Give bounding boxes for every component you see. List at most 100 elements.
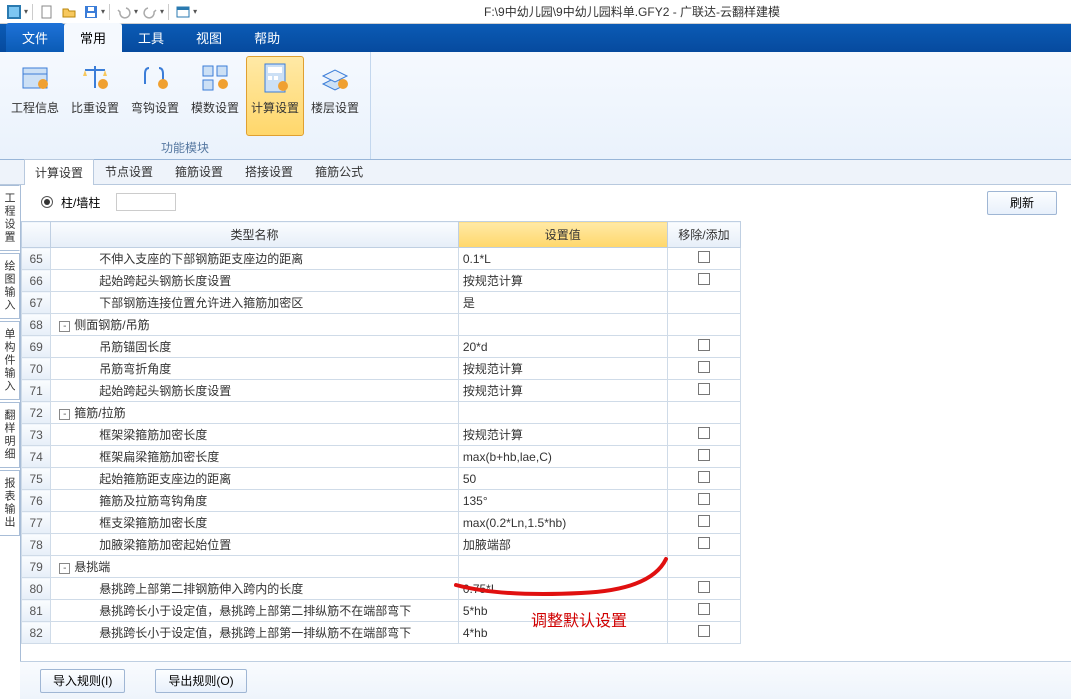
cell-name[interactable]: 下部钢筋连接位置允许进入箍筋加密区 xyxy=(51,292,459,314)
cell-name[interactable]: -侧面钢筋/吊筋 xyxy=(51,314,459,336)
ribbon-floor-setting[interactable]: 楼层设置 xyxy=(306,56,364,136)
menu-file[interactable]: 文件 xyxy=(6,23,64,52)
checkbox-icon[interactable] xyxy=(698,581,710,593)
rail-detail[interactable]: 翻样明细 xyxy=(0,402,20,468)
cell-name[interactable]: 框架扁梁箍筋加密长度 xyxy=(51,446,459,468)
subtab-node[interactable]: 节点设置 xyxy=(94,158,164,184)
cell-name[interactable]: 起始跨起头钢筋长度设置 xyxy=(51,380,459,402)
menu-help[interactable]: 帮助 xyxy=(238,23,296,52)
table-row[interactable]: 78加腋梁箍筋加密起始位置加腋端部 xyxy=(22,534,741,556)
checkbox-icon[interactable] xyxy=(698,603,710,615)
cell-value[interactable]: 按规范计算 xyxy=(458,270,667,292)
table-row[interactable]: 73框架梁箍筋加密长度按规范计算 xyxy=(22,424,741,446)
ribbon-calc-setting[interactable]: 计算设置 xyxy=(246,56,304,136)
chevron-down-icon[interactable]: ▾ xyxy=(134,7,138,16)
menu-view[interactable]: 视图 xyxy=(180,23,238,52)
table-row[interactable]: 81悬挑跨长小于设定值，悬挑跨上部第二排纵筋不在端部弯下5*hb xyxy=(22,600,741,622)
cell-checkbox[interactable] xyxy=(667,600,740,622)
table-row[interactable]: 75起始箍筋距支座边的距离50 xyxy=(22,468,741,490)
cell-value[interactable] xyxy=(458,556,667,578)
cell-name[interactable]: 箍筋及拉筋弯钩角度 xyxy=(51,490,459,512)
ribbon-module-setting[interactable]: 模数设置 xyxy=(186,56,244,136)
cell-checkbox[interactable] xyxy=(667,424,740,446)
ribbon-project-info[interactable]: 工程信息 xyxy=(6,56,64,136)
table-row[interactable]: 71起始跨起头钢筋长度设置按规范计算 xyxy=(22,380,741,402)
cell-value[interactable] xyxy=(458,314,667,336)
cell-value[interactable]: 135° xyxy=(458,490,667,512)
chevron-down-icon[interactable]: ▾ xyxy=(101,7,105,16)
open-folder-icon[interactable] xyxy=(59,2,79,22)
chevron-down-icon[interactable]: ▾ xyxy=(160,7,164,16)
cell-value[interactable] xyxy=(458,402,667,424)
cell-checkbox[interactable] xyxy=(667,248,740,270)
cell-name[interactable]: 不伸入支座的下部钢筋距支座边的距离 xyxy=(51,248,459,270)
cell-name[interactable]: 加腋梁箍筋加密起始位置 xyxy=(51,534,459,556)
table-row[interactable]: 79-悬挑端 xyxy=(22,556,741,578)
cell-value[interactable]: 是 xyxy=(458,292,667,314)
table-row[interactable]: 70吊筋弯折角度按规范计算 xyxy=(22,358,741,380)
cell-name[interactable]: 框架梁箍筋加密长度 xyxy=(51,424,459,446)
checkbox-icon[interactable] xyxy=(698,339,710,351)
cell-checkbox[interactable] xyxy=(667,358,740,380)
cell-name[interactable]: 吊筋弯折角度 xyxy=(51,358,459,380)
undo-icon[interactable] xyxy=(114,2,134,22)
cell-name[interactable]: 起始箍筋距支座边的距离 xyxy=(51,468,459,490)
checkbox-icon[interactable] xyxy=(698,383,710,395)
table-row[interactable]: 76箍筋及拉筋弯钩角度135° xyxy=(22,490,741,512)
checkbox-icon[interactable] xyxy=(698,427,710,439)
cell-value[interactable]: 加腋端部 xyxy=(458,534,667,556)
cell-value[interactable]: 0.1*L xyxy=(458,248,667,270)
window-icon[interactable] xyxy=(173,2,193,22)
subtab-formula[interactable]: 箍筋公式 xyxy=(304,158,374,184)
table-row[interactable]: 67下部钢筋连接位置允许进入箍筋加密区是 xyxy=(22,292,741,314)
cell-name[interactable]: 起始跨起头钢筋长度设置 xyxy=(51,270,459,292)
cell-name[interactable]: 悬挑跨长小于设定值，悬挑跨上部第一排纵筋不在端部弯下 xyxy=(51,622,459,644)
cell-checkbox[interactable] xyxy=(667,622,740,644)
refresh-button[interactable]: 刷新 xyxy=(987,191,1057,215)
cell-checkbox[interactable] xyxy=(667,336,740,358)
ribbon-weight-setting[interactable]: 比重设置 xyxy=(66,56,124,136)
checkbox-icon[interactable] xyxy=(698,537,710,549)
cell-value[interactable]: 20*d xyxy=(458,336,667,358)
table-row[interactable]: 82悬挑跨长小于设定值，悬挑跨上部第一排纵筋不在端部弯下4*hb xyxy=(22,622,741,644)
cell-checkbox[interactable] xyxy=(667,446,740,468)
cell-checkbox[interactable] xyxy=(667,490,740,512)
tree-toggle-icon[interactable]: - xyxy=(59,563,70,574)
menu-tool[interactable]: 工具 xyxy=(122,23,180,52)
table-row[interactable]: 69吊筋锚固长度20*d xyxy=(22,336,741,358)
chevron-down-icon[interactable]: ▾ xyxy=(24,7,28,16)
subtab-calc[interactable]: 计算设置 xyxy=(24,159,94,185)
app-menu-icon[interactable] xyxy=(4,2,24,22)
cell-name[interactable]: 悬挑跨长小于设定值，悬挑跨上部第二排纵筋不在端部弯下 xyxy=(51,600,459,622)
cell-name[interactable]: -悬挑端 xyxy=(51,556,459,578)
cell-name[interactable]: 框支梁箍筋加密长度 xyxy=(51,512,459,534)
cell-checkbox[interactable] xyxy=(667,292,740,314)
cell-value[interactable]: max(0.2*Ln,1.5*hb) xyxy=(458,512,667,534)
rail-report[interactable]: 报表输出 xyxy=(0,470,20,536)
cell-name[interactable]: 悬挑跨上部第二排钢筋伸入跨内的长度 xyxy=(51,578,459,600)
ribbon-hook-setting[interactable]: 弯钩设置 xyxy=(126,56,184,136)
table-row[interactable]: 66起始跨起头钢筋长度设置按规范计算 xyxy=(22,270,741,292)
export-rule-button[interactable]: 导出规则(O) xyxy=(155,669,246,693)
checkbox-icon[interactable] xyxy=(698,625,710,637)
rail-draw-input[interactable]: 绘图输入 xyxy=(0,253,20,319)
checkbox-icon[interactable] xyxy=(698,493,710,505)
checkbox-icon[interactable] xyxy=(698,515,710,527)
table-row[interactable]: 72-箍筋/拉筋 xyxy=(22,402,741,424)
table-row[interactable]: 65不伸入支座的下部钢筋距支座边的距离0.1*L xyxy=(22,248,741,270)
cell-name[interactable]: -箍筋/拉筋 xyxy=(51,402,459,424)
cell-value[interactable]: 按规范计算 xyxy=(458,358,667,380)
cell-value[interactable]: max(b+hb,lae,C) xyxy=(458,446,667,468)
cell-checkbox[interactable] xyxy=(667,402,740,424)
subtab-stirrup[interactable]: 箍筋设置 xyxy=(164,158,234,184)
cell-checkbox[interactable] xyxy=(667,534,740,556)
cell-value[interactable]: 按规范计算 xyxy=(458,380,667,402)
cell-checkbox[interactable] xyxy=(667,314,740,336)
cell-checkbox[interactable] xyxy=(667,380,740,402)
checkbox-icon[interactable] xyxy=(698,273,710,285)
cell-value[interactable]: 50 xyxy=(458,468,667,490)
import-rule-button[interactable]: 导入规则(I) xyxy=(40,669,125,693)
table-row[interactable]: 80悬挑跨上部第二排钢筋伸入跨内的长度0.75*L xyxy=(22,578,741,600)
subtab-lap[interactable]: 搭接设置 xyxy=(234,158,304,184)
new-file-icon[interactable] xyxy=(37,2,57,22)
